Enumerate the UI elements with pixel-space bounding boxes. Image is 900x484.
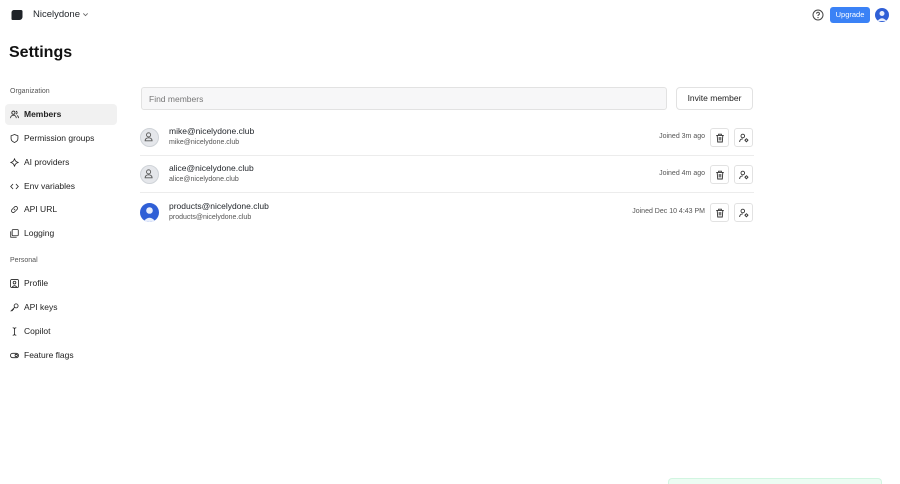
sidebar-item-profile[interactable]: Profile [5,273,117,294]
person-icon [144,169,153,179]
sidebar-item-ai-providers[interactable]: AI providers [5,152,117,173]
sidebar-item-feature-flags[interactable]: Feature flags [5,345,117,366]
member-joined-date: Joined 3m ago [659,133,705,140]
member-row: products@nicelydone.club products@nicely… [140,194,754,231]
text-cursor-icon [12,327,17,336]
sidebar-item-label: Copilot [24,326,51,336]
trash-icon [716,208,724,218]
help-icon[interactable] [812,9,824,21]
code-icon [10,183,19,190]
member-email: alice@nicelydone.club [169,176,239,183]
sidebar-item-env-variables[interactable]: Env variables [5,176,117,197]
member-row: alice@nicelydone.club alice@nicelydone.c… [140,156,754,193]
remove-member-button[interactable] [710,203,729,222]
sidebar-item-label: Logging [24,228,55,238]
user-settings-icon [739,133,749,143]
key-icon [10,303,19,312]
link-icon [11,206,18,213]
logging-icon [10,229,19,238]
sidebar-item-logging[interactable]: Logging [5,223,117,244]
remove-member-button[interactable] [710,128,729,147]
member-joined-date: Joined Dec 10 4:43 PM [632,208,705,215]
remove-member-button[interactable] [710,165,729,184]
member-email: mike@nicelydone.club [169,139,240,146]
sidebar-item-label: API keys [24,302,58,312]
users-icon [10,110,19,119]
member-name: alice@nicelydone.club [169,163,254,173]
member-joined-date: Joined 4m ago [659,170,705,177]
user-settings-icon [739,170,749,180]
avatar-person-icon [143,207,156,222]
shield-icon [10,134,19,143]
sidebar-item-label: Profile [24,278,49,288]
sparkle-icon [10,158,19,167]
sidebar-item-members[interactable]: Members [5,104,117,125]
member-name: mike@nicelydone.club [169,126,255,136]
manage-role-button[interactable] [734,203,753,222]
page-title: Settings [9,44,73,61]
sidebar-item-label: Members [24,109,62,119]
sidebar-item-api-keys[interactable]: API keys [5,297,117,318]
chevron-down-icon[interactable] [82,11,89,18]
upgrade-button[interactable]: Upgrade [830,7,870,23]
trash-icon [716,170,724,180]
member-email: products@nicelydone.club [169,214,252,221]
member-avatar [140,128,159,147]
avatar-person-icon [877,11,887,21]
toggle-icon [10,352,19,359]
section-label-organization: Organization [10,88,50,95]
sidebar-item-label: Env variables [24,181,76,191]
toast-notification[interactable] [668,478,882,484]
sidebar-item-label: API URL [24,204,58,214]
app-logo-icon[interactable] [11,9,23,21]
member-avatar [140,165,159,184]
sidebar-item-label: Permission groups [24,133,95,143]
sidebar-item-permission-groups[interactable]: Permission groups [5,128,117,149]
profile-icon [10,279,19,288]
user-avatar[interactable] [875,8,889,22]
user-settings-icon [739,208,749,218]
sidebar-item-label: Feature flags [24,350,74,360]
member-avatar [140,203,159,222]
person-icon [144,132,153,142]
member-name: products@nicelydone.club [169,201,269,211]
org-switcher-label[interactable]: Nicelydone [33,9,80,20]
section-label-personal: Personal [10,257,38,264]
sidebar-item-label: AI providers [24,157,70,167]
sidebar-item-api-url[interactable]: API URL [5,199,117,220]
invite-member-button[interactable]: Invite member [676,87,753,110]
top-bar: Nicelydone Upgrade [0,0,900,30]
find-members-input[interactable] [141,87,667,110]
member-row: mike@nicelydone.club mike@nicelydone.clu… [140,119,754,156]
trash-icon [716,133,724,143]
manage-role-button[interactable] [734,128,753,147]
manage-role-button[interactable] [734,165,753,184]
sidebar-item-copilot[interactable]: Copilot [5,321,117,342]
